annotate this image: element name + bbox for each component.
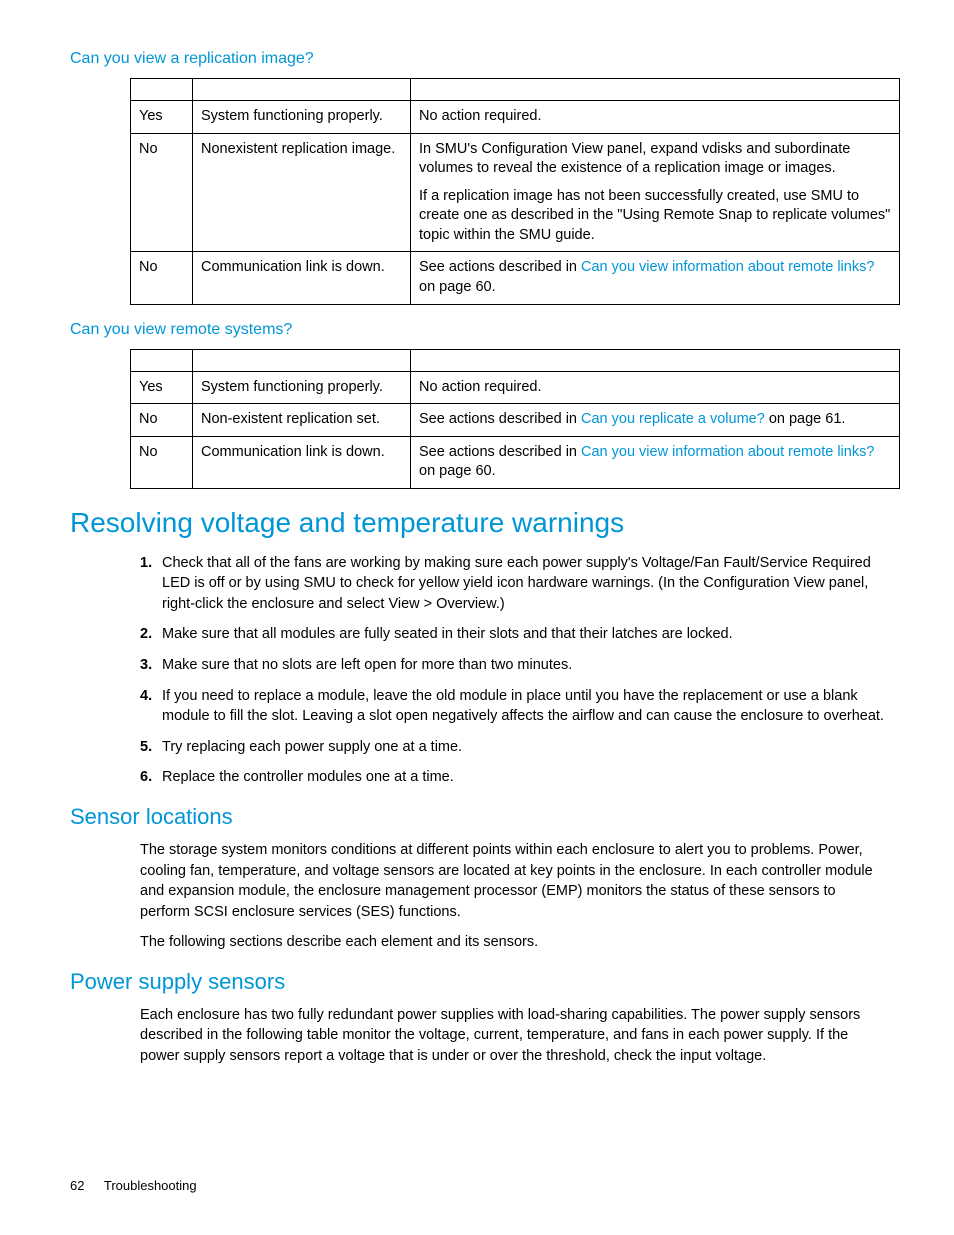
table-row: No Nonexistent replication image. In SMU… xyxy=(131,133,900,252)
answer-cell: No xyxy=(131,436,193,488)
heading-remote-systems: Can you view remote systems? xyxy=(70,321,884,339)
action-cell: See actions described in Can you view in… xyxy=(411,436,900,488)
list-number: 3. xyxy=(140,655,152,676)
list-number: 1. xyxy=(140,553,152,574)
list-number: 2. xyxy=(140,624,152,645)
list-item: 5. Try replacing each power supply one at… xyxy=(140,737,884,758)
action-para: If a replication image has not been succ… xyxy=(419,187,891,246)
action-cell: See actions described in Can you view in… xyxy=(411,252,900,304)
action-pre: See actions described in xyxy=(419,411,581,427)
table-row: No Communication link is down. See actio… xyxy=(131,436,900,488)
table-remote-systems: Yes System functioning properly. No acti… xyxy=(130,349,900,489)
action-cell: See actions described in Can you replica… xyxy=(411,404,900,437)
list-text: Try replacing each power supply one at a… xyxy=(162,739,462,755)
list-number: 5. xyxy=(140,737,152,758)
table-replication-image: Yes System functioning properly. No acti… xyxy=(130,78,900,305)
answer-cell: No xyxy=(131,133,193,252)
list-item: 3. Make sure that no slots are left open … xyxy=(140,655,884,676)
list-text: Make sure that all modules are fully sea… xyxy=(162,626,733,642)
table-row: No Non-existent replication set. See act… xyxy=(131,404,900,437)
table-row: No Communication link is down. See actio… xyxy=(131,252,900,304)
answer-cell: No xyxy=(131,252,193,304)
cause-cell: Communication link is down. xyxy=(193,436,411,488)
table-row: Yes System functioning properly. No acti… xyxy=(131,101,900,134)
list-text: Check that all of the fans are working b… xyxy=(162,555,871,612)
cause-cell: Communication link is down. xyxy=(193,252,411,304)
body-para: The following sections describe each ele… xyxy=(140,932,884,953)
answer-cell: No xyxy=(131,404,193,437)
action-pre: See actions described in xyxy=(419,444,581,460)
body-para: Each enclosure has two fully redundant p… xyxy=(140,1005,884,1067)
action-cell: No action required. xyxy=(411,101,900,134)
answer-cell: Yes xyxy=(131,371,193,404)
list-item: 6. Replace the controller modules one at … xyxy=(140,767,884,788)
answer-cell: Yes xyxy=(131,101,193,134)
list-item: 2. Make sure that all modules are fully s… xyxy=(140,624,884,645)
list-text: Replace the controller modules one at a … xyxy=(162,769,454,785)
list-item: 1. Check that all of the fans are working… xyxy=(140,553,884,615)
cross-ref-link[interactable]: Can you view information about remote li… xyxy=(581,259,874,275)
cross-ref-link[interactable]: Can you view information about remote li… xyxy=(581,444,874,460)
heading-replication-image: Can you view a replication image? xyxy=(70,50,884,68)
footer-section: Troubleshooting xyxy=(104,1178,197,1193)
cause-cell: System functioning properly. xyxy=(193,101,411,134)
action-post: on page 60. xyxy=(419,279,496,295)
cause-cell: Non-existent replication set. xyxy=(193,404,411,437)
list-text: Make sure that no slots are left open fo… xyxy=(162,657,572,673)
action-para: In SMU's Configuration View panel, expan… xyxy=(419,140,891,179)
action-cell: No action required. xyxy=(411,371,900,404)
action-cell: In SMU's Configuration View panel, expan… xyxy=(411,133,900,252)
cause-cell: Nonexistent replication image. xyxy=(193,133,411,252)
voltage-temp-steps: 1. Check that all of the fans are working… xyxy=(140,553,884,788)
cause-cell: System functioning properly. xyxy=(193,371,411,404)
action-post: on page 60. xyxy=(419,463,496,479)
action-pre: See actions described in xyxy=(419,259,581,275)
page-number: 62 xyxy=(70,1178,84,1193)
table-row: Yes System functioning properly. No acti… xyxy=(131,371,900,404)
cross-ref-link[interactable]: Can you replicate a volume? xyxy=(581,411,765,427)
heading-sensor-locations: Sensor locations xyxy=(70,804,884,830)
heading-voltage-temp: Resolving voltage and temperature warnin… xyxy=(70,507,884,539)
list-number: 6. xyxy=(140,767,152,788)
list-number: 4. xyxy=(140,686,152,707)
body-para: The storage system monitors conditions a… xyxy=(140,840,884,922)
action-post: on page 61. xyxy=(765,411,846,427)
list-text: If you need to replace a module, leave t… xyxy=(162,688,884,725)
page-footer: 62 Troubleshooting xyxy=(70,1178,197,1193)
list-item: 4. If you need to replace a module, leave… xyxy=(140,686,884,727)
heading-power-supply-sensors: Power supply sensors xyxy=(70,969,884,995)
